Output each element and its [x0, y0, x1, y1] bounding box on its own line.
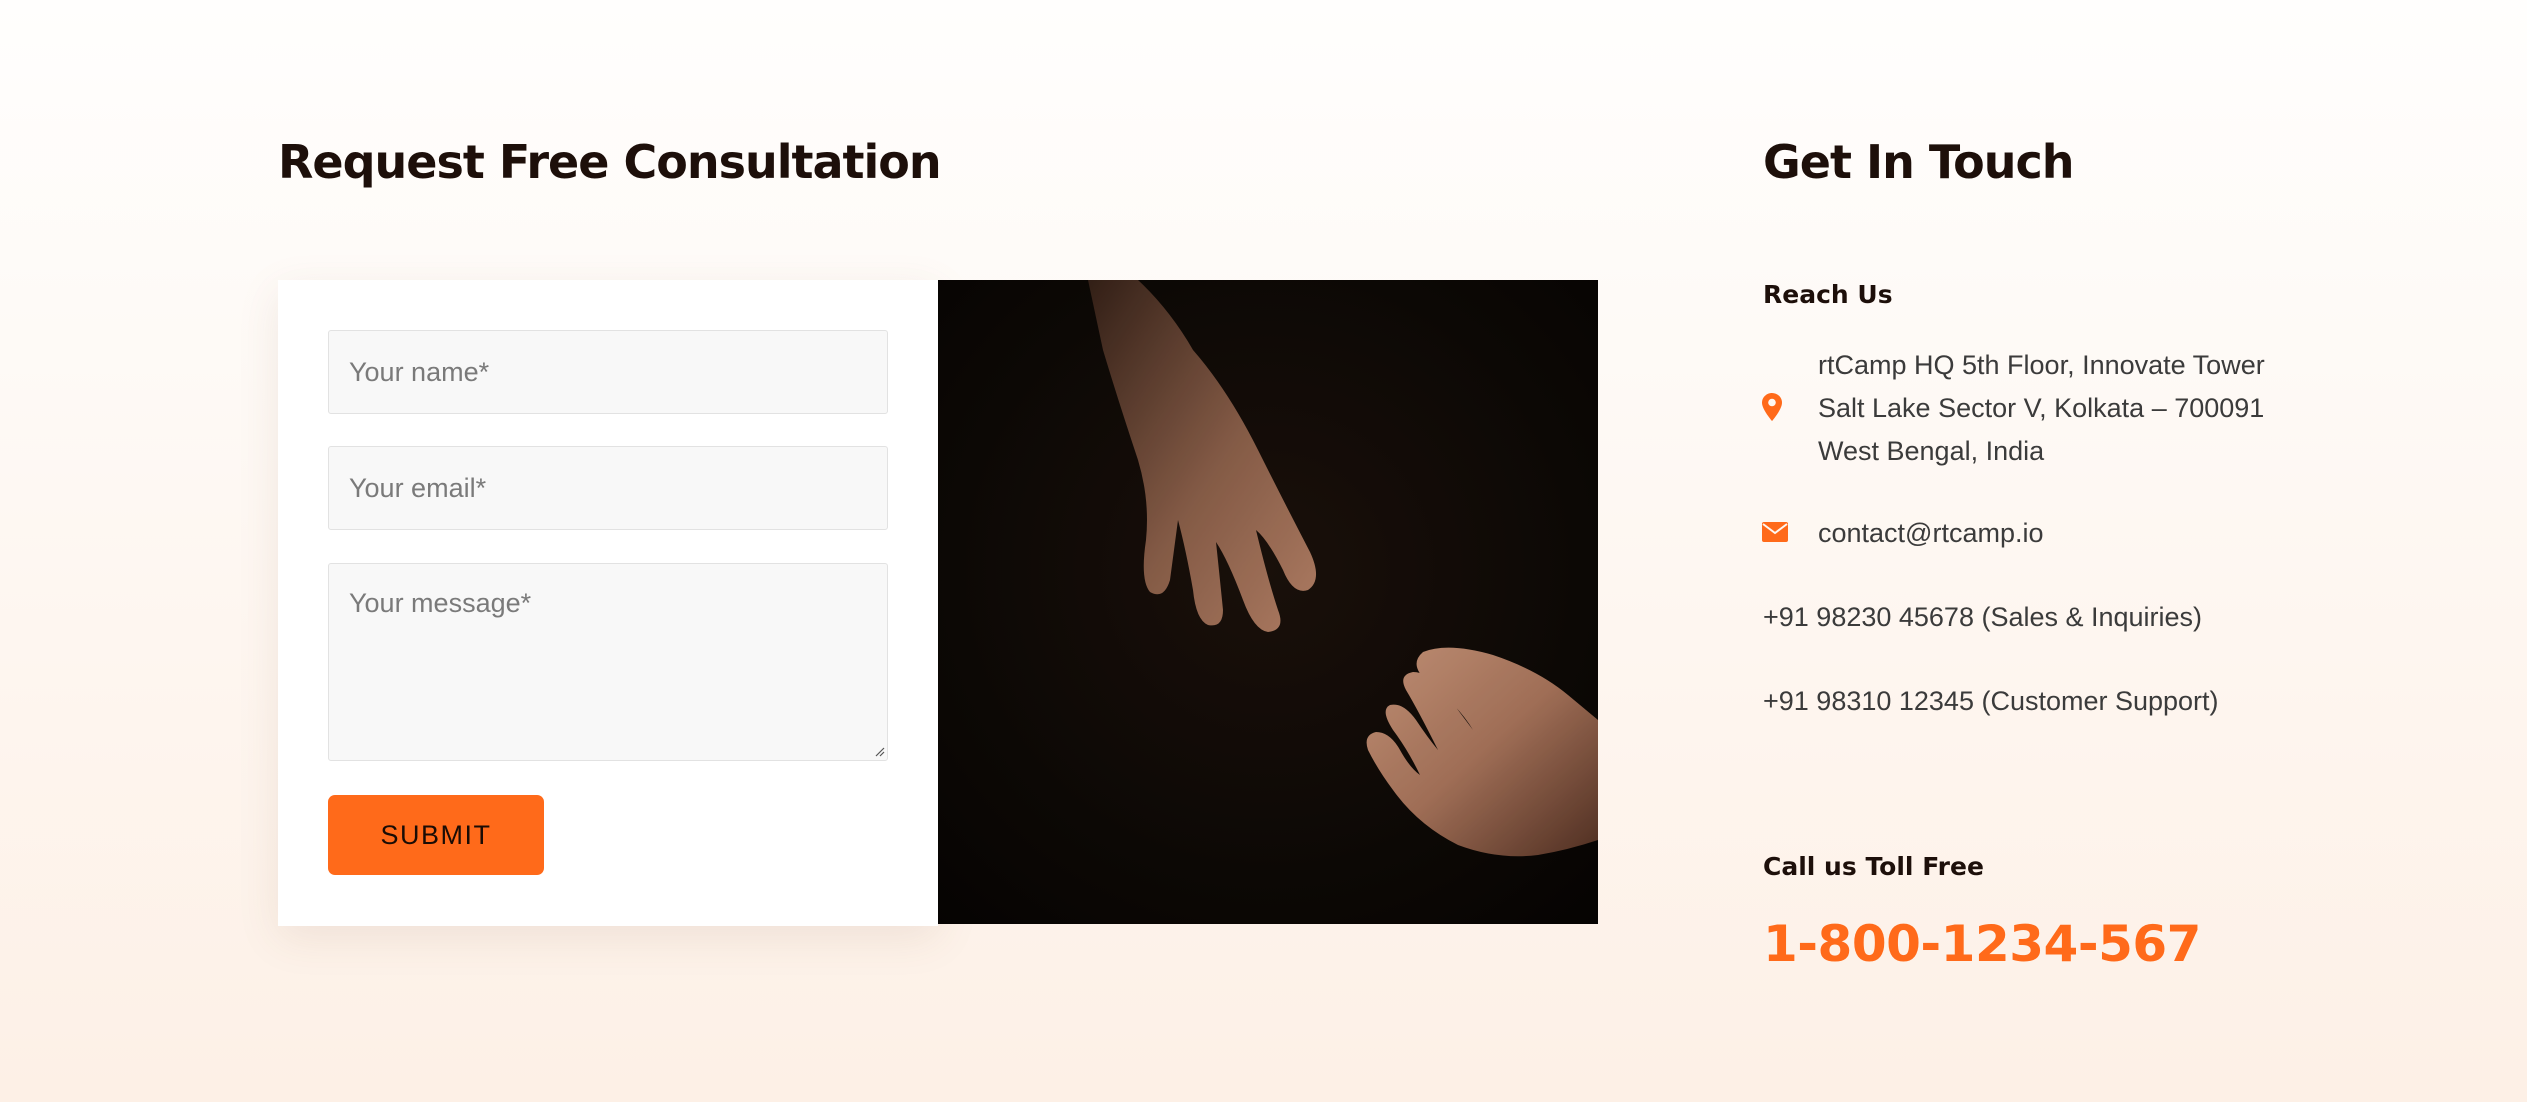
toll-free-number[interactable]: 1-800-1234-567 — [1763, 915, 2201, 973]
envelope-icon — [1762, 522, 1788, 542]
consultation-title: Request Free Consultation — [278, 135, 942, 189]
reaching-hands-photo — [938, 280, 1598, 924]
reach-us-heading: Reach Us — [1763, 280, 1893, 309]
resize-handle-icon[interactable] — [875, 747, 885, 757]
toll-free-heading: Call us Toll Free — [1763, 852, 1984, 881]
support-phone-text[interactable]: +91 98310 12345 (Customer Support) — [1763, 680, 2219, 723]
message-textarea[interactable] — [328, 563, 888, 761]
email-input[interactable] — [328, 446, 888, 530]
consultation-form-card: SUBMIT — [278, 280, 938, 926]
name-input[interactable] — [328, 330, 888, 414]
sales-phone-text[interactable]: +91 98230 45678 (Sales & Inquiries) — [1763, 596, 2202, 639]
contact-title: Get In Touch — [1763, 135, 2074, 189]
address-text: rtCamp HQ 5th Floor, Innovate Tower Salt… — [1818, 350, 2265, 466]
map-pin-icon — [1762, 393, 1782, 421]
email-link[interactable]: contact@rtcamp.io — [1818, 512, 2044, 555]
submit-button[interactable]: SUBMIT — [328, 795, 544, 875]
